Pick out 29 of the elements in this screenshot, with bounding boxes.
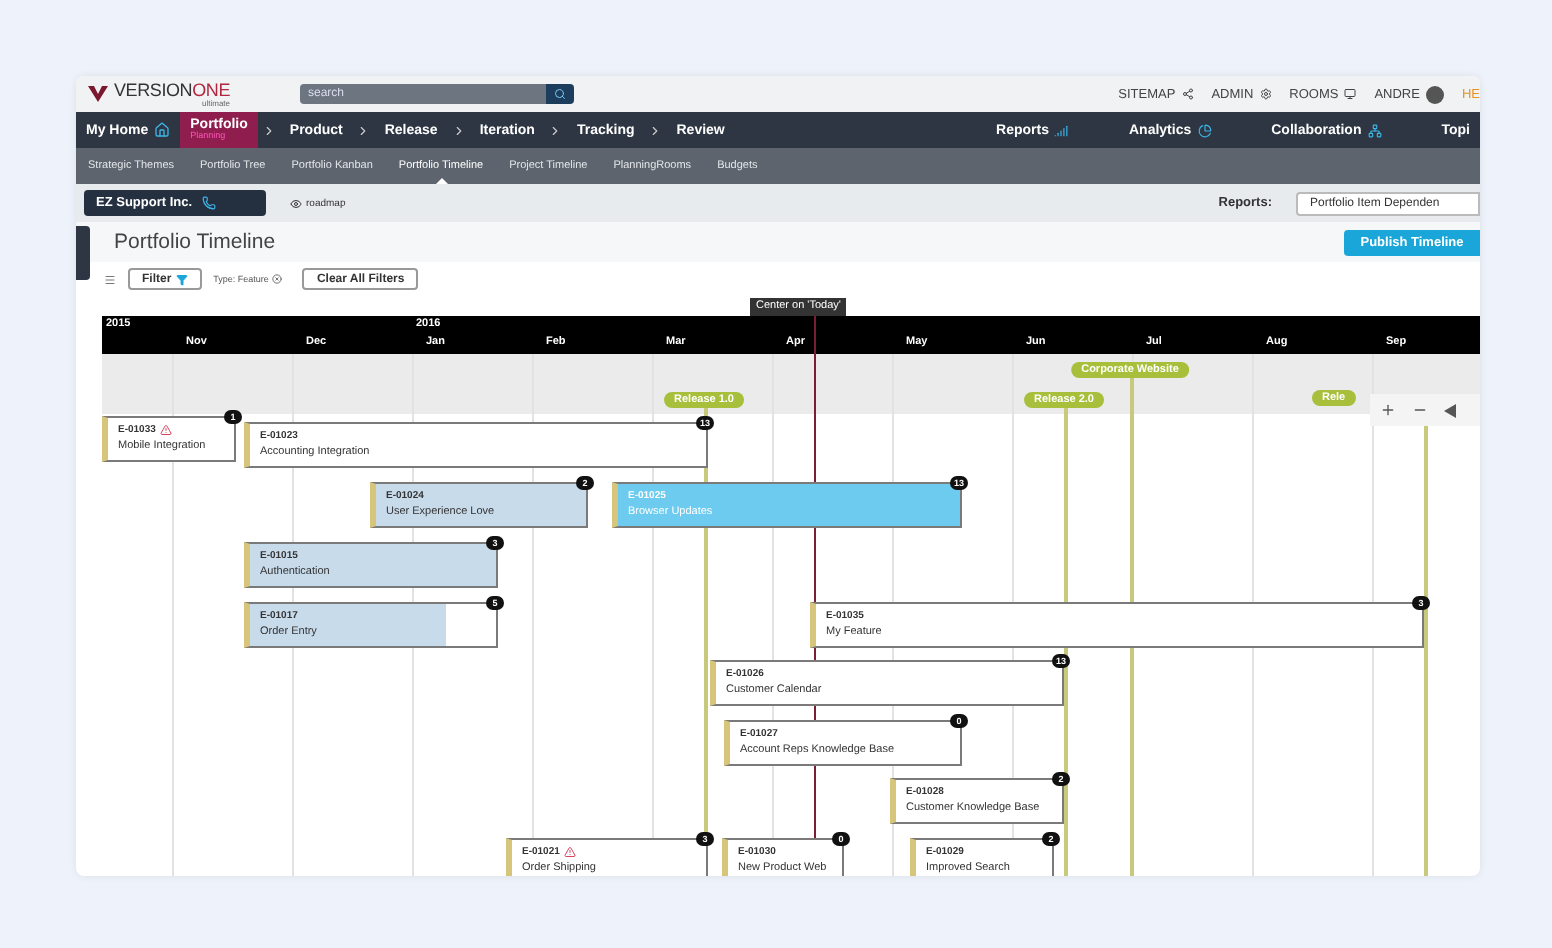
menu-icon[interactable]	[104, 273, 116, 285]
page-title: Portfolio Timeline	[114, 230, 276, 254]
search-button[interactable]	[546, 84, 574, 104]
settings-icon	[1259, 88, 1272, 100]
avatar-circle	[1425, 85, 1444, 103]
chevron-icon	[548, 123, 563, 137]
plus-icon	[1380, 402, 1396, 418]
pie-chart-icon	[1197, 123, 1212, 137]
warning-icon	[159, 424, 172, 436]
chevron-icon	[648, 123, 663, 137]
network-icon	[1367, 123, 1382, 137]
warning-icon	[563, 846, 576, 858]
chevron-icon	[451, 123, 466, 137]
search-icon	[554, 88, 566, 100]
monitor-icon	[1344, 88, 1357, 100]
triangle-left-icon	[1444, 403, 1456, 417]
funnel-icon	[175, 273, 188, 285]
phone-icon	[202, 196, 217, 210]
pan-left-button[interactable]	[1444, 403, 1456, 417]
close-icon[interactable]	[272, 274, 283, 284]
eye-icon	[290, 197, 302, 209]
panel-toggle[interactable]	[76, 226, 90, 280]
zoom-in-button[interactable]	[1380, 402, 1396, 418]
home-icon	[154, 122, 171, 138]
sitemap-icon	[1181, 88, 1194, 100]
bar-chart-icon	[1054, 123, 1069, 137]
logo-icon	[88, 86, 108, 102]
chevron-icon	[356, 123, 371, 137]
chevron-icon	[261, 123, 276, 137]
